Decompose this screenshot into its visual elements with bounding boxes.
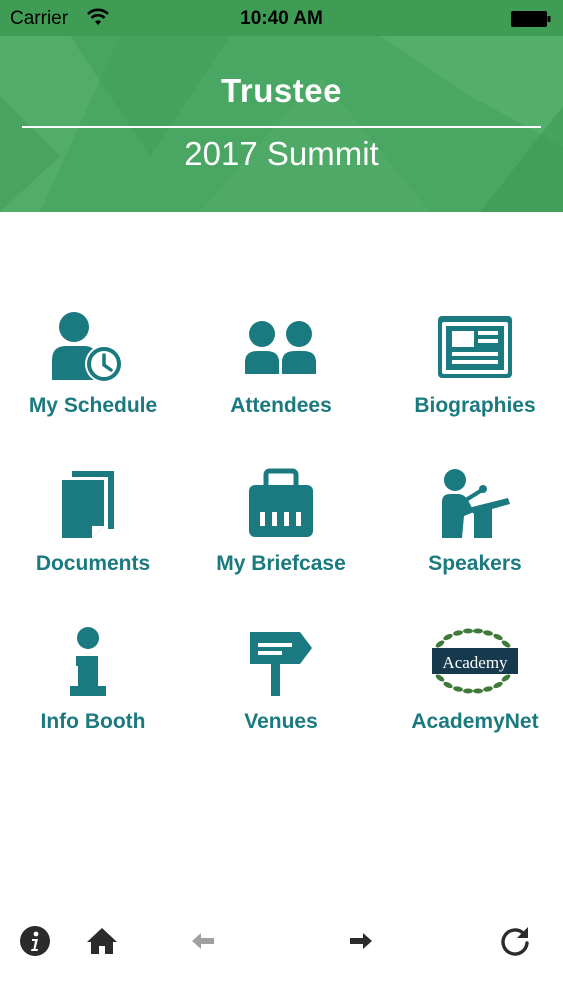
menu-item-label: My Briefcase bbox=[216, 552, 346, 575]
academy-logo-text: Academy bbox=[442, 653, 508, 672]
banner-background bbox=[0, 36, 563, 212]
menu-item-info-booth[interactable]: Info Booth bbox=[0, 626, 186, 756]
menu-item-label: Speakers bbox=[428, 552, 522, 575]
header-banner: Trustee 2017 Summit bbox=[0, 36, 563, 212]
menu-item-my-briefcase[interactable]: My Briefcase bbox=[188, 468, 374, 598]
newspaper-icon bbox=[438, 316, 512, 378]
person-clock-icon bbox=[52, 312, 123, 383]
menu-item-label: Documents bbox=[35, 552, 151, 575]
academy-logo-icon: Academy bbox=[432, 628, 518, 694]
bottom-toolbar bbox=[0, 906, 563, 976]
info-icon[interactable] bbox=[18, 924, 52, 958]
people-icon bbox=[245, 321, 316, 374]
header-divider bbox=[22, 126, 541, 128]
menu-item-label: Info Booth bbox=[40, 710, 146, 733]
forward-arrow-icon[interactable] bbox=[344, 924, 378, 958]
menu-item-label: Biographies bbox=[414, 394, 536, 417]
back-arrow-icon[interactable] bbox=[186, 924, 220, 958]
menu-item-speakers[interactable]: Speakers bbox=[382, 468, 563, 598]
info-icon bbox=[70, 627, 106, 696]
speaker-podium-icon bbox=[442, 469, 510, 538]
home-icon[interactable] bbox=[85, 924, 119, 958]
menu-item-attendees[interactable]: Attendees bbox=[188, 310, 374, 440]
menu-item-label: AcademyNet bbox=[411, 710, 539, 733]
menu-item-documents[interactable]: Documents bbox=[0, 468, 186, 598]
menu-item-biographies[interactable]: Biographies bbox=[382, 310, 563, 440]
status-time: 10:40 AM bbox=[240, 8, 323, 29]
app-title: Trustee bbox=[221, 72, 342, 109]
menu-item-label: My Schedule bbox=[28, 394, 158, 417]
refresh-icon[interactable] bbox=[498, 924, 532, 958]
menu-item-venues[interactable]: Venues bbox=[188, 626, 374, 756]
menu-item-label: Attendees bbox=[230, 394, 332, 417]
briefcase-icon bbox=[249, 468, 313, 537]
app-subtitle: 2017 Summit bbox=[184, 135, 379, 172]
documents-icon bbox=[62, 471, 114, 538]
menu-item-my-schedule[interactable]: My Schedule bbox=[0, 310, 186, 440]
battery-icon bbox=[511, 11, 551, 27]
signpost-icon bbox=[250, 632, 312, 696]
status-bar: Carrier 10:40 AM bbox=[0, 0, 563, 36]
menu-item-academynet[interactable]: Academy AcademyNet bbox=[382, 626, 563, 756]
menu-item-label: Venues bbox=[244, 710, 318, 733]
